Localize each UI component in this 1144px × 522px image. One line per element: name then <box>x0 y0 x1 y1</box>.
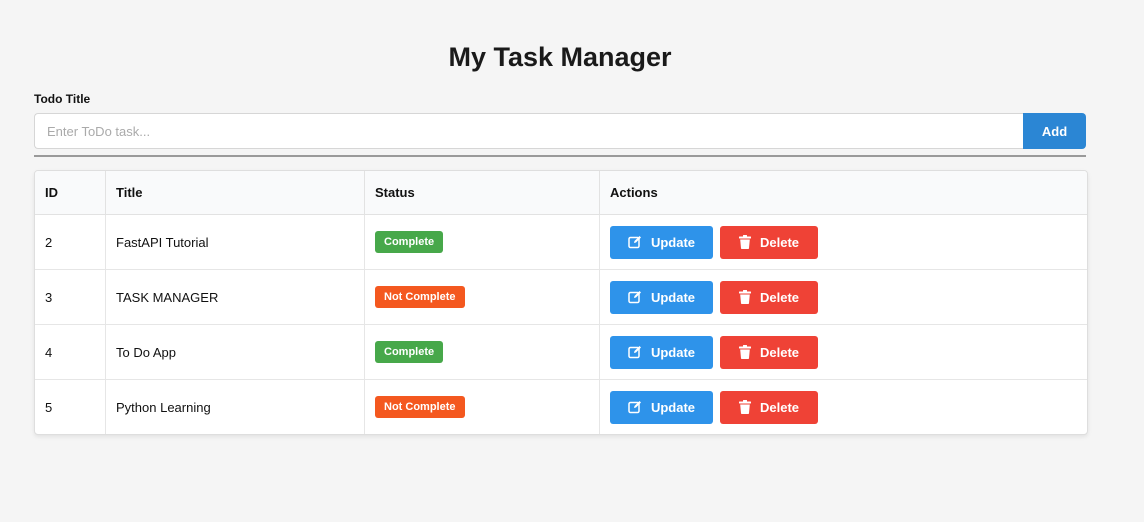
update-label: Update <box>650 399 696 415</box>
task-title-value: Python Learning <box>116 399 211 415</box>
todo-title-input[interactable] <box>34 113 1023 149</box>
task-status: Not Complete <box>364 379 600 434</box>
task-title: TASK MANAGER <box>105 269 365 325</box>
trash-icon <box>738 345 751 359</box>
delete-label: Delete <box>759 289 800 305</box>
task-id: 2 <box>35 214 106 270</box>
edit-icon <box>628 236 641 249</box>
task-title: Python Learning <box>105 379 365 434</box>
task-id: 3 <box>35 269 106 325</box>
task-actions: Update Delete <box>600 380 1088 435</box>
delete-button[interactable]: Delete <box>720 390 818 424</box>
divider <box>34 155 1086 157</box>
page-title: My Task Manager <box>448 42 672 72</box>
trash-icon <box>738 400 751 414</box>
table-row: 3 TASK MANAGER Not Complete Update Delet… <box>35 269 1087 325</box>
update-label: Update <box>650 234 696 250</box>
task-title: FastAPI Tutorial <box>105 214 365 270</box>
header-actions: Actions <box>599 171 1087 215</box>
trash-icon <box>738 235 751 249</box>
task-status: Complete <box>364 324 600 380</box>
update-label: Update <box>650 289 696 305</box>
table-row: 5 Python Learning Not Complete Update De… <box>35 379 1088 435</box>
delete-button[interactable]: Delete <box>720 335 818 369</box>
update-label: Update <box>650 344 696 360</box>
task-id-value: 5 <box>45 399 53 415</box>
status-badge: Not Complete <box>375 286 465 308</box>
update-button[interactable]: Update <box>610 335 713 369</box>
edit-icon <box>628 401 641 414</box>
table-row: 4 To Do App Complete Update Delete <box>35 324 1087 380</box>
task-status: Complete <box>364 214 600 270</box>
delete-label: Delete <box>759 344 800 360</box>
update-button[interactable]: Update <box>610 390 713 424</box>
delete-label: Delete <box>759 399 800 415</box>
add-button[interactable]: Add <box>1023 113 1086 149</box>
task-id: 5 <box>35 379 106 434</box>
task-id-value: 2 <box>45 234 53 250</box>
update-button[interactable]: Update <box>610 225 713 259</box>
task-rows: 2 FastAPI Tutorial Complete Update Delet… <box>35 214 1088 435</box>
add-todo-form: Add <box>34 113 1086 149</box>
task-title-value: To Do App <box>116 344 176 360</box>
task-id: 4 <box>35 324 106 380</box>
header-status: Status <box>364 171 600 215</box>
status-badge: Complete <box>375 341 444 363</box>
task-title-value: FastAPI Tutorial <box>116 234 209 250</box>
task-id-value: 4 <box>45 344 53 360</box>
task-actions: Update Delete <box>599 269 1087 325</box>
task-actions: Update Delete <box>599 324 1087 380</box>
delete-button[interactable]: Delete <box>720 225 818 259</box>
delete-button[interactable]: Delete <box>720 280 818 314</box>
task-status: Not Complete <box>364 269 600 325</box>
edit-icon <box>628 291 641 304</box>
table-header-row: ID Title Status Actions <box>35 171 1087 215</box>
table-row: 2 FastAPI Tutorial Complete Update Delet… <box>35 214 1087 270</box>
tasks-table: ID Title Status Actions 2 FastAPI Tutori… <box>34 170 1088 435</box>
edit-icon <box>628 346 641 359</box>
todo-title-label: Todo Title <box>34 92 91 106</box>
task-id-value: 3 <box>45 289 53 305</box>
trash-icon <box>738 290 751 304</box>
header-id: ID <box>35 171 106 215</box>
update-button[interactable]: Update <box>610 280 713 314</box>
status-badge: Complete <box>375 231 444 253</box>
header-title: Title <box>105 171 365 215</box>
task-manager-page: My Task Manager Todo Title Add ID Title … <box>0 0 1144 522</box>
status-badge: Not Complete <box>375 396 465 418</box>
task-actions: Update Delete <box>599 214 1087 270</box>
task-title: To Do App <box>105 324 365 380</box>
task-title-value: TASK MANAGER <box>116 289 219 305</box>
delete-label: Delete <box>759 234 800 250</box>
